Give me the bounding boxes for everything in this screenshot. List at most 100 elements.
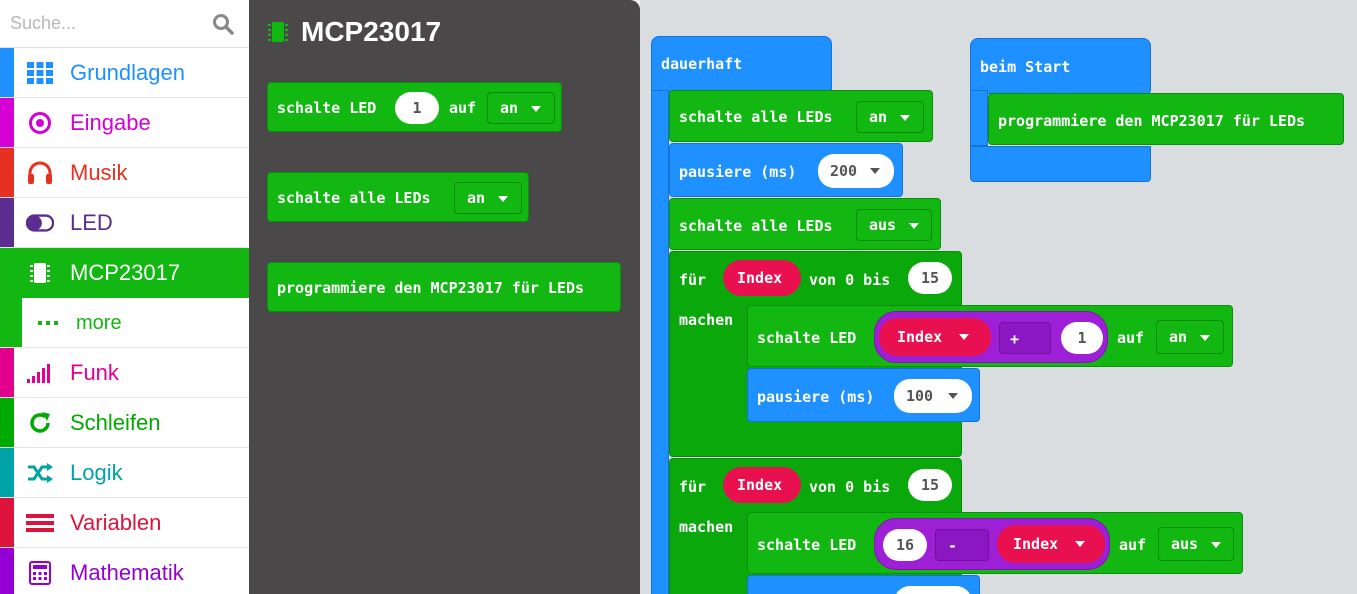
block-schalte-alle-leds[interactable]: schalte alle LEDs an (267, 172, 529, 222)
block-text: auf (1117, 329, 1145, 347)
math-expression[interactable]: Index + 1 (874, 311, 1108, 363)
category-mathematik[interactable]: Mathematik (0, 548, 249, 594)
block-schalte-alle-leds[interactable]: schalte alle LEDs an (669, 90, 933, 142)
operator-dropdown[interactable]: + (999, 322, 1051, 354)
duration-dropdown[interactable] (894, 586, 972, 594)
state-dropdown[interactable]: an (1156, 320, 1224, 354)
block-text: pausiere (ms) (679, 163, 797, 181)
number-input[interactable]: 1 (1061, 322, 1103, 354)
variable-pill[interactable]: Index (723, 467, 801, 503)
category-label: Schleifen (70, 410, 161, 435)
block-text: programmiere den MCP23017 für LEDs (277, 279, 585, 297)
block-beim-start[interactable]: beim Start (970, 38, 1151, 94)
state-dropdown[interactable]: an (487, 92, 555, 124)
variable-pill[interactable]: Index (723, 260, 801, 296)
block-text: schalte LED (757, 536, 857, 554)
category-more[interactable]: more (0, 298, 249, 348)
flyout-title: MCP23017 (301, 16, 442, 47)
workspace[interactable]: dauerhaft schalte alle LEDs an pausiere … (640, 0, 1357, 594)
grid-icon (26, 61, 54, 85)
block-schalte-led[interactable]: schalte LED 16 - Index auf aus (747, 512, 1243, 574)
block-text: schalte LED (277, 99, 377, 117)
dropdown-value: aus (869, 216, 897, 234)
block-schalte-alle-leds[interactable]: schalte alle LEDs aus (669, 198, 941, 250)
block-schalte-led[interactable]: schalte LED Index + 1 auf an (747, 305, 1233, 367)
category-label: Musik (70, 160, 128, 185)
category-label: Variablen (70, 510, 162, 535)
number-input[interactable]: 1 (395, 92, 439, 124)
category-musik[interactable]: Musik (0, 148, 249, 198)
headphones-icon (26, 161, 54, 185)
dropdown-value: aus (1171, 535, 1199, 553)
toggle-icon (26, 211, 54, 235)
state-dropdown[interactable]: an (454, 182, 522, 214)
block-text: schalte LED (757, 329, 857, 347)
duration-dropdown[interactable]: 200 (818, 154, 894, 188)
category-schleifen[interactable]: Schleifen (0, 398, 249, 448)
block-pausiere[interactable]: pausiere (ms) 200 (669, 143, 903, 197)
variable-name: Index (737, 269, 783, 287)
dots-icon (38, 321, 58, 325)
category-funk[interactable]: Funk (0, 348, 249, 398)
block-pausiere[interactable] (747, 575, 980, 594)
lines-icon (26, 511, 54, 535)
block-dauerhaft[interactable]: dauerhaft (651, 36, 832, 96)
block-programmiere[interactable]: programmiere den MCP23017 für LEDs (988, 93, 1344, 145)
block-label: beim Start (980, 58, 1071, 76)
block-label: dauerhaft (661, 55, 743, 73)
dropdown-value: an (500, 99, 519, 117)
dropdown-value: 100 (906, 387, 934, 405)
block-text: machen (679, 518, 734, 536)
state-dropdown[interactable]: an (856, 101, 924, 133)
dropdown-value: an (467, 189, 486, 207)
state-dropdown[interactable]: aus (856, 209, 932, 241)
variable-pill[interactable]: Index (879, 318, 991, 356)
category-logik[interactable]: Logik (0, 448, 249, 498)
block-text: machen (679, 311, 734, 329)
dropdown-value: 200 (830, 162, 858, 180)
category-eingabe[interactable]: Eingabe (0, 98, 249, 148)
category-stripe (0, 448, 14, 497)
category-stripe (0, 348, 14, 397)
category-mcp23017[interactable]: MCP23017 (0, 248, 249, 298)
block-text: pausiere (ms) (757, 388, 875, 406)
block-text: auf (1119, 536, 1147, 554)
chevron-down-icon (900, 115, 910, 121)
shuffle-icon (26, 461, 54, 485)
number-input[interactable]: 16 (883, 529, 927, 561)
chevron-down-icon (948, 393, 958, 399)
chevron-down-icon (531, 106, 541, 112)
for-header: für Index von 0 bis 15 (669, 458, 962, 514)
block-schalte-led[interactable]: schalte LED 1 auf an (267, 82, 562, 132)
chevron-down-icon (1211, 542, 1221, 548)
category-led[interactable]: LED (0, 198, 249, 248)
number-input[interactable]: 15 (908, 469, 952, 501)
search-icon[interactable] (212, 13, 234, 35)
category-stripe (0, 398, 14, 447)
refresh-icon (26, 411, 54, 435)
beim-start-footer (970, 146, 1151, 182)
variable-pill[interactable]: Index (997, 525, 1105, 563)
category-stripe (0, 548, 14, 594)
block-text: auf (449, 99, 477, 117)
operator-dropdown[interactable]: - (935, 529, 989, 561)
category-grundlagen[interactable]: Grundlagen (0, 48, 249, 98)
category-stripe (0, 48, 14, 97)
search-input[interactable] (10, 8, 205, 38)
operator-value: - (948, 537, 958, 555)
math-expression[interactable]: 16 - Index (874, 518, 1110, 570)
block-programmiere[interactable]: programmiere den MCP23017 für LEDs (267, 262, 621, 312)
chevron-down-icon (1075, 541, 1085, 547)
block-text: von 0 bis (809, 271, 891, 289)
target-icon (26, 111, 54, 135)
beim-start-body (970, 90, 988, 146)
chevron-down-icon (498, 196, 508, 202)
block-pausiere[interactable]: pausiere (ms) 100 (747, 368, 980, 422)
block-text: schalte alle LEDs (277, 189, 431, 207)
toolbox: Grundlagen Eingabe Musik (0, 0, 249, 594)
state-dropdown[interactable]: aus (1158, 527, 1234, 561)
duration-dropdown[interactable]: 100 (894, 379, 972, 413)
chevron-down-icon (1200, 335, 1210, 341)
category-variablen[interactable]: Variablen (0, 498, 249, 548)
number-input[interactable]: 15 (908, 262, 952, 294)
